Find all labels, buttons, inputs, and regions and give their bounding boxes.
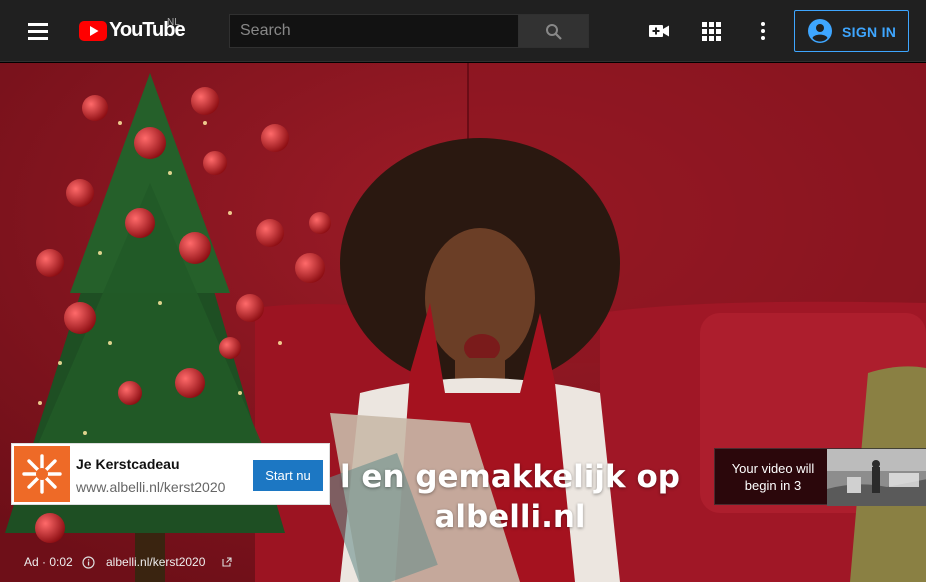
- ad-cta-button[interactable]: Start nu: [253, 460, 323, 491]
- vertical-dots-icon: [761, 22, 765, 40]
- info-icon[interactable]: [82, 556, 95, 569]
- video-camera-plus-icon: [649, 25, 669, 37]
- ad-thumbnail: [14, 446, 70, 502]
- sign-in-label: SIGN IN: [842, 24, 897, 40]
- skip-countdown-text: Your video will begin in 3: [731, 461, 815, 493]
- ad-companion-card[interactable]: Je Kerstcadeau www.albelli.nl/kerst2020 …: [11, 443, 330, 505]
- next-video-thumbnail: [827, 449, 926, 506]
- external-link-icon[interactable]: [222, 557, 232, 567]
- apps-grid-icon: [702, 22, 721, 41]
- subtitle-line-2: albelli.nl: [434, 499, 586, 535]
- hamburger-menu-icon[interactable]: [22, 19, 54, 43]
- ad-badge: Ad · 0:02: [24, 555, 73, 569]
- masthead: YouTube NL Search SIGN IN: [0, 0, 926, 62]
- ad-url: www.albelli.nl/kerst2020: [76, 479, 226, 495]
- create-video-button[interactable]: [643, 15, 675, 47]
- country-code: NL: [167, 17, 180, 28]
- advertiser-link[interactable]: albelli.nl/kerst2020: [106, 555, 205, 569]
- search-icon: [546, 24, 562, 40]
- video-player[interactable]: l en gemakkelijk op albelli.nl Je Kerstc…: [0, 63, 926, 582]
- skip-countdown: Your video will begin in 3: [714, 448, 926, 506]
- apps-button[interactable]: [695, 15, 727, 47]
- ad-title: Je Kerstcadeau: [76, 456, 180, 472]
- sign-in-button[interactable]: SIGN IN: [794, 10, 909, 52]
- youtube-play-icon: [79, 21, 107, 41]
- thumbnail-image: [827, 449, 926, 506]
- search-button[interactable]: [518, 14, 589, 48]
- subtitle-line-1: l en gemakkelijk op: [340, 459, 680, 495]
- youtube-page: YouTube NL Search SIGN IN l en gemakkeli…: [0, 0, 926, 582]
- settings-button[interactable]: [747, 15, 779, 47]
- account-circle-icon: [808, 19, 832, 43]
- albelli-logo-icon: [22, 454, 62, 494]
- search-input[interactable]: [229, 14, 519, 48]
